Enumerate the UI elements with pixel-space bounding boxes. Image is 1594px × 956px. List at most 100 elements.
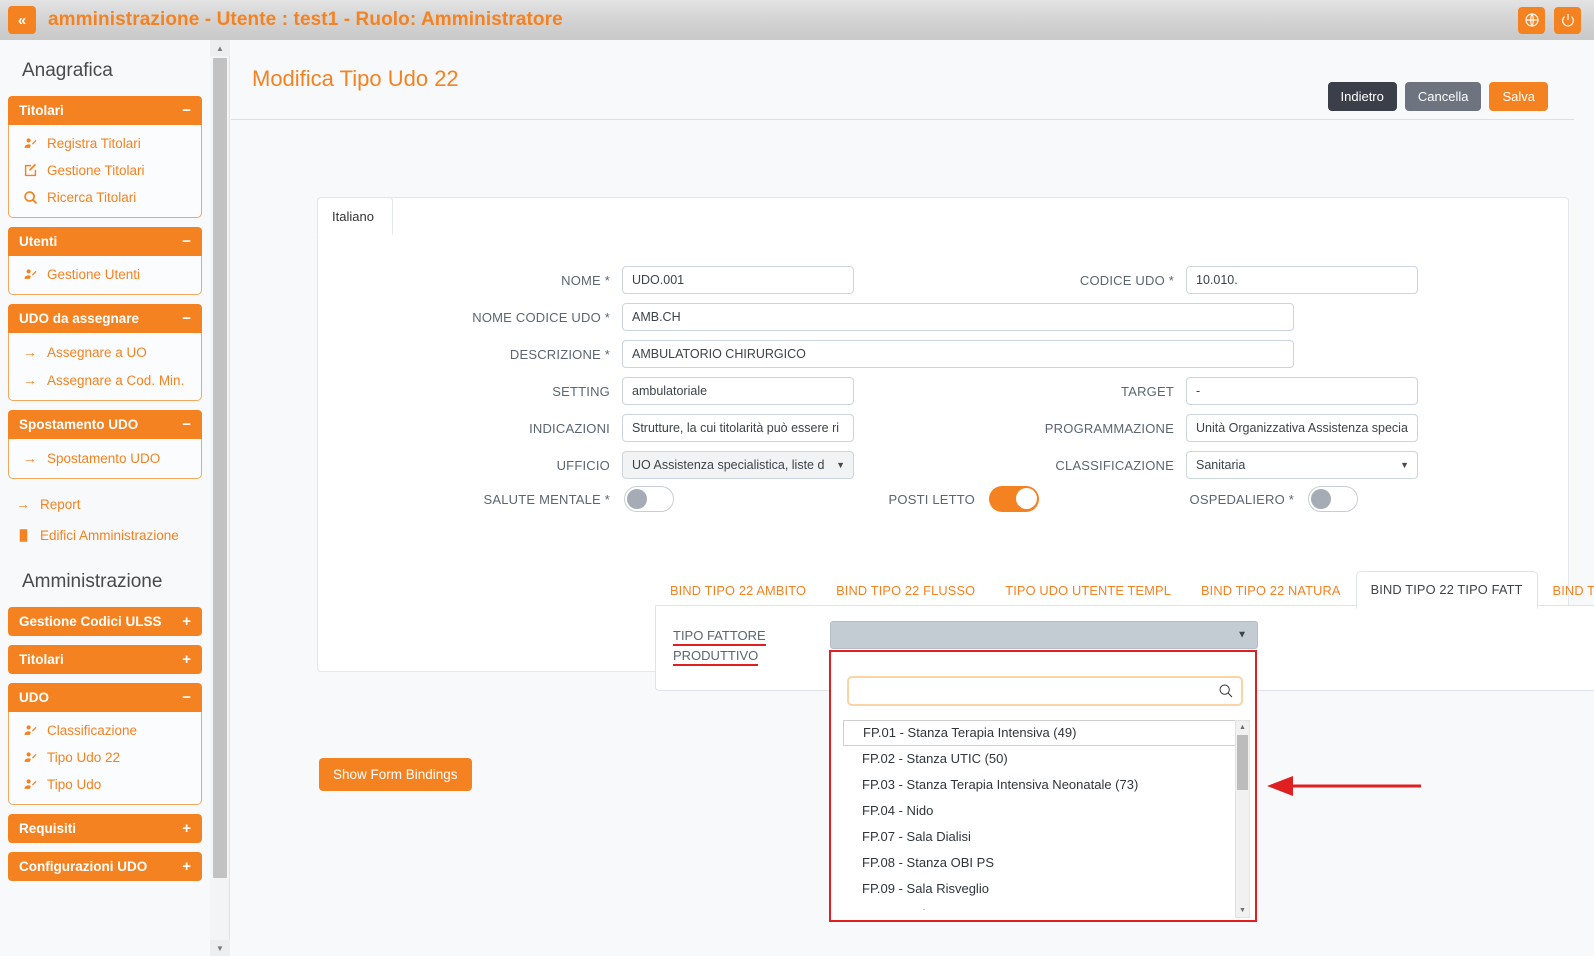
power-icon[interactable] xyxy=(1554,6,1581,34)
tab-bind-tipo-22-flusso[interactable]: BIND TIPO 22 FLUSSO xyxy=(821,572,990,609)
sidebar-group-label: Titolari xyxy=(19,652,64,667)
dropdown-option[interactable]: FP.07 - Sala Dialisi xyxy=(843,824,1244,850)
salute-mentale-toggle[interactable] xyxy=(624,486,674,512)
form-row-ufficio: UFFICIO UO Assistenza specialistica, lis… xyxy=(318,451,1568,479)
dropdown-option[interactable]: FP.01 - Stanza Terapia Intensiva (49) xyxy=(843,720,1244,746)
sidebar-item-spostamento-udo[interactable]: → Spostamento UDO xyxy=(9,444,201,472)
toggle-knob xyxy=(627,489,647,509)
dropdown-option[interactable]: FP.10 - Sala Parto xyxy=(843,902,1244,910)
scroll-up-arrow-icon[interactable]: ▲ xyxy=(210,40,230,56)
tab-italiano[interactable]: Italiano xyxy=(317,197,393,235)
target-input[interactable] xyxy=(1186,377,1418,405)
chevron-down-icon: ▼ xyxy=(1400,460,1409,470)
scroll-down-arrow-icon[interactable]: ▼ xyxy=(210,940,230,956)
save-button[interactable]: Salva xyxy=(1489,82,1548,111)
nome-codice-udo-input[interactable] xyxy=(622,303,1294,331)
sidebar-group-header-configurazioni-udo[interactable]: Configurazioni UDO + xyxy=(8,852,202,881)
user-edit-icon xyxy=(24,779,37,789)
top-bar: « amministrazione - Utente : test1 - Ruo… xyxy=(0,0,1594,40)
sidebar-group-label: Configurazioni UDO xyxy=(19,859,148,874)
minus-icon[interactable]: − xyxy=(182,234,191,249)
sidebar-item-assegnare-a-cod-min[interactable]: → Assegnare a Cod. Min. xyxy=(9,366,201,394)
sidebar-group-header-udo[interactable]: UDO − xyxy=(8,683,202,712)
sidebar-item-tipo-udo[interactable]: Tipo Udo xyxy=(9,771,201,798)
posti-letto-toggle[interactable] xyxy=(989,486,1039,512)
sidebar-item-report[interactable]: → Report xyxy=(8,488,202,520)
sidebar-group-header-titolari[interactable]: Titolari − xyxy=(8,96,202,125)
ospedaliero-toggle[interactable] xyxy=(1308,486,1358,512)
dropdown-option[interactable]: FP.03 - Stanza Terapia Intensiva Neonata… xyxy=(843,772,1244,798)
dropdown-scrollbar-thumb[interactable] xyxy=(1237,735,1248,790)
sidebar-scrollbar-thumb[interactable] xyxy=(213,58,227,878)
dropdown-option[interactable]: FP.02 - Stanza UTIC (50) xyxy=(843,746,1244,772)
sidebar-item-tipo-udo-22[interactable]: Tipo Udo 22 xyxy=(9,744,201,771)
sidebar-item-label: Classificazione xyxy=(47,723,138,738)
plus-icon[interactable]: + xyxy=(182,614,191,629)
sidebar-item-gestione-titolari[interactable]: Gestione Titolari xyxy=(9,157,201,184)
tab-bind-tipo-22-tipo-fatt[interactable]: BIND TIPO 22 TIPO FATT xyxy=(1355,571,1538,609)
dropdown-search-input[interactable] xyxy=(847,676,1243,706)
sidebar-group-header-utenti[interactable]: Utenti − xyxy=(8,227,202,256)
tab-bind-tipo-22-natura[interactable]: BIND TIPO 22 NATURA xyxy=(1186,572,1356,609)
sidebar-group-utenti: Utenti − Gestione Utenti xyxy=(8,227,202,295)
sidebar-item-edifici-amministrazione[interactable]: Edifici Amministrazione xyxy=(8,520,202,551)
minus-icon[interactable]: − xyxy=(182,690,191,705)
dropdown-option[interactable]: FP.08 - Stanza OBI PS xyxy=(843,850,1244,876)
programmazione-input[interactable] xyxy=(1186,414,1418,442)
scroll-down-arrow-icon[interactable]: ▼ xyxy=(1236,904,1249,917)
sidebar-item-label: Report xyxy=(40,496,81,512)
header-divider xyxy=(231,119,1574,120)
page-header: Modifica Tipo Udo 22 Indietro Cancella S… xyxy=(231,40,1594,120)
sidebar-item-label: Assegnare a Cod. Min. xyxy=(47,372,185,388)
back-button[interactable]: Indietro xyxy=(1327,82,1397,111)
nome-input[interactable] xyxy=(622,266,854,294)
descrizione-input[interactable] xyxy=(622,340,1294,368)
plus-icon[interactable]: + xyxy=(182,859,191,874)
sidebar-collapse-button[interactable]: « xyxy=(8,6,36,34)
setting-input[interactable] xyxy=(622,377,854,405)
sidebar: Anagrafica Titolari − Registra Titolari … xyxy=(0,40,210,956)
tab-bind-tipo-22-ambito[interactable]: BIND TIPO 22 AMBITO xyxy=(655,572,821,609)
cancel-button[interactable]: Cancella xyxy=(1404,82,1482,111)
globe-icon[interactable] xyxy=(1518,6,1545,34)
sidebar-group-body-spostamento-udo: → Spostamento UDO xyxy=(8,439,202,479)
sidebar-item-gestione-utenti[interactable]: Gestione Utenti xyxy=(9,261,201,288)
sidebar-group-header-udo-da-assegnare[interactable]: UDO da assegnare − xyxy=(8,304,202,333)
dropdown-scrollbar[interactable]: ▲ ▼ xyxy=(1235,720,1250,918)
form-row-descrizione: DESCRIZIONE * xyxy=(318,340,1568,368)
sidebar-group-header-gestione-codici-ulss[interactable]: Gestione Codici ULSS + xyxy=(8,607,202,636)
show-form-bindings-button[interactable]: Show Form Bindings xyxy=(319,758,472,791)
tab-bar: BIND TIPO 22 AMBITO BIND TIPO 22 FLUSSO … xyxy=(655,571,1594,609)
sidebar-item-registra-titolari[interactable]: Registra Titolari xyxy=(9,130,201,157)
codice-udo-input[interactable] xyxy=(1186,266,1418,294)
plus-icon[interactable]: + xyxy=(182,652,191,667)
scroll-up-arrow-icon[interactable]: ▲ xyxy=(1236,721,1249,734)
tab-tipo-udo-utente-templ[interactable]: TIPO UDO UTENTE TEMPL xyxy=(990,572,1186,609)
plus-icon[interactable]: + xyxy=(182,821,191,836)
minus-icon[interactable]: − xyxy=(182,417,191,432)
minus-icon[interactable]: − xyxy=(182,311,191,326)
sidebar-item-assegnare-a-uo[interactable]: → Assegnare a UO xyxy=(9,338,201,366)
tipo-fattore-produttivo-select[interactable]: ▼ xyxy=(830,621,1258,649)
sidebar-item-label: Tipo Udo xyxy=(47,777,102,792)
minus-icon[interactable]: − xyxy=(182,103,191,118)
indicazioni-label: INDICAZIONI xyxy=(529,420,610,436)
sidebar-scrollbar[interactable]: ▲ ▼ xyxy=(210,40,230,956)
classificazione-select[interactable]: Sanitaria ▼ xyxy=(1186,451,1418,479)
dropdown-option[interactable]: FP.09 - Sala Risveglio xyxy=(843,876,1244,902)
indicazioni-input[interactable] xyxy=(622,414,854,442)
dropdown-option-list[interactable]: FP.01 - Stanza Terapia Intensiva (49) FP… xyxy=(843,720,1244,910)
sidebar-group-header-spostamento-udo[interactable]: Spostamento UDO − xyxy=(8,410,202,439)
dropdown-option[interactable]: FP.04 - Nido xyxy=(843,798,1244,824)
user-edit-icon xyxy=(24,725,37,735)
sidebar-group-gestione-codici-ulss: Gestione Codici ULSS + xyxy=(8,607,202,636)
sidebar-item-classificazione[interactable]: Classificazione xyxy=(9,717,201,744)
sidebar-group-header-titolari-amministrazione[interactable]: Titolari + xyxy=(8,645,202,674)
tipo-fattore-produttivo-dropdown-panel: FP.01 - Stanza Terapia Intensiva (49) FP… xyxy=(829,650,1257,922)
tab-bind-tipo-22-settore[interactable]: BIND TIPO 22 SETTORE xyxy=(1538,572,1594,609)
sidebar-item-label: Assegnare a UO xyxy=(47,344,147,360)
sidebar-item-ricerca-titolari[interactable]: Ricerca Titolari xyxy=(9,184,201,211)
sidebar-group-header-requisiti[interactable]: Requisiti + xyxy=(8,814,202,843)
ufficio-select[interactable]: UO Assistenza specialistica, liste d ▼ xyxy=(622,451,854,479)
search-icon xyxy=(24,191,38,204)
